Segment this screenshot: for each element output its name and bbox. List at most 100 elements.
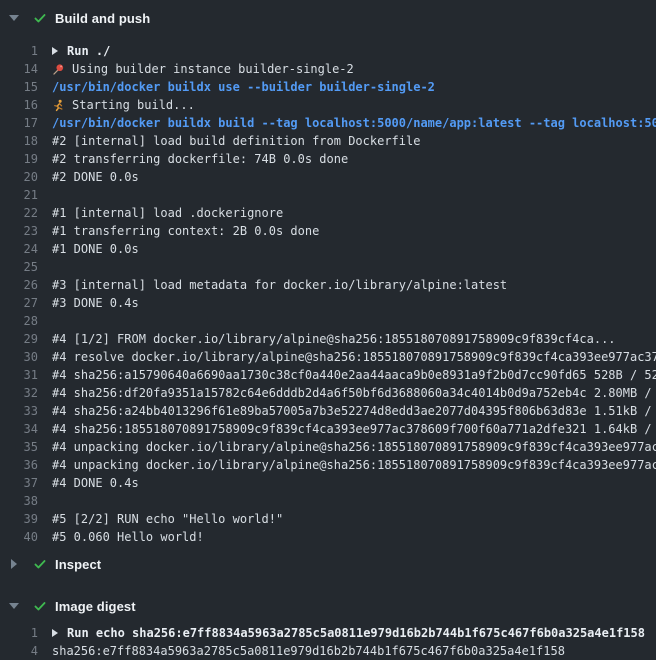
run-toggle-arrow-icon[interactable] bbox=[52, 629, 58, 637]
check-icon bbox=[33, 11, 47, 25]
section-header-build-and-push[interactable]: Build and push bbox=[0, 6, 656, 30]
log-message-text: Using builder instance builder-single-2 bbox=[72, 60, 354, 78]
log-line: 4sha256:e7ff8834a5963a2785c5a0811e979d16… bbox=[0, 642, 656, 660]
log-line: 25 bbox=[0, 258, 656, 276]
log-text: #2 transferring dockerfile: 74B 0.0s don… bbox=[38, 150, 656, 168]
line-number[interactable]: 14 bbox=[0, 60, 38, 78]
log-text: Run ./ bbox=[38, 42, 656, 60]
log-text bbox=[38, 492, 656, 510]
section-lines: 1 Run ./ 14 Using builder instance builder-… bbox=[0, 42, 656, 546]
log-text: #5 0.060 Hello world! bbox=[38, 528, 656, 546]
log-line: 40#5 0.060 Hello world! bbox=[0, 528, 656, 546]
line-number[interactable]: 15 bbox=[0, 78, 38, 96]
log-line: 24#1 DONE 0.0s bbox=[0, 240, 656, 258]
runner-icon bbox=[52, 99, 65, 112]
line-number[interactable]: 29 bbox=[0, 330, 38, 348]
log-line: 35#4 unpacking docker.io/library/alpine@… bbox=[0, 438, 656, 456]
log-text: Starting build... bbox=[38, 96, 656, 114]
line-number[interactable]: 39 bbox=[0, 510, 38, 528]
log-line: 22#1 [internal] load .dockerignore bbox=[0, 204, 656, 222]
line-number[interactable]: 34 bbox=[0, 420, 38, 438]
line-number[interactable]: 19 bbox=[0, 150, 38, 168]
log-text: /usr/bin/docker buildx build --tag local… bbox=[38, 114, 656, 132]
line-number[interactable]: 24 bbox=[0, 240, 38, 258]
log-line: 39#5 [2/2] RUN echo "Hello world!" bbox=[0, 510, 656, 528]
log-line: 36#4 unpacking docker.io/library/alpine@… bbox=[0, 456, 656, 474]
log-line: 28 bbox=[0, 312, 656, 330]
line-number[interactable]: 30 bbox=[0, 348, 38, 366]
line-number[interactable]: 18 bbox=[0, 132, 38, 150]
check-icon bbox=[33, 557, 47, 571]
log-text: #4 [1/2] FROM docker.io/library/alpine@s… bbox=[38, 330, 656, 348]
line-number[interactable]: 31 bbox=[0, 366, 38, 384]
log-text: #4 sha256:185518070891758909c9f839cf4ca3… bbox=[38, 420, 656, 438]
line-number[interactable]: 27 bbox=[0, 294, 38, 312]
line-number[interactable]: 40 bbox=[0, 528, 38, 546]
line-number[interactable]: 25 bbox=[0, 258, 38, 276]
log-line: 26#3 [internal] load metadata for docker… bbox=[0, 276, 656, 294]
log-line: 19#2 transferring dockerfile: 74B 0.0s d… bbox=[0, 150, 656, 168]
log-text bbox=[38, 186, 656, 204]
line-number[interactable]: 1 bbox=[0, 624, 38, 642]
line-number[interactable]: 1 bbox=[0, 42, 38, 60]
section-inspect: Inspect bbox=[0, 552, 656, 576]
log-line: 34#4 sha256:185518070891758909c9f839cf4c… bbox=[0, 420, 656, 438]
log-line: 37#4 DONE 0.4s bbox=[0, 474, 656, 492]
run-command-text: Run ./ bbox=[67, 42, 110, 60]
section-title: Image digest bbox=[55, 599, 136, 614]
line-number[interactable]: 32 bbox=[0, 384, 38, 402]
log-line: 14 Using builder instance builder-single-… bbox=[0, 60, 656, 78]
line-number[interactable]: 23 bbox=[0, 222, 38, 240]
log-line: 33#4 sha256:a24bb4013296f61e89ba57005a7b… bbox=[0, 402, 656, 420]
line-number[interactable]: 21 bbox=[0, 186, 38, 204]
log-text: #4 sha256:a15790640a6690aa1730c38cf0a440… bbox=[38, 366, 656, 384]
run-toggle-arrow-icon[interactable] bbox=[52, 47, 58, 55]
log-text bbox=[38, 258, 656, 276]
log-text: /usr/bin/docker buildx use --builder bui… bbox=[38, 78, 656, 96]
log-line: 29#4 [1/2] FROM docker.io/library/alpine… bbox=[0, 330, 656, 348]
line-number[interactable]: 37 bbox=[0, 474, 38, 492]
line-number[interactable]: 36 bbox=[0, 456, 38, 474]
log-line: 18#2 [internal] load build definition fr… bbox=[0, 132, 656, 150]
line-number[interactable]: 28 bbox=[0, 312, 38, 330]
section-build-and-push: Build and push 1 Run ./ 14 Using builder ins… bbox=[0, 6, 656, 546]
check-icon bbox=[33, 599, 47, 613]
line-number[interactable]: 17 bbox=[0, 114, 38, 132]
log-viewer: Build and push1Run ./14Using builder ins… bbox=[0, 0, 656, 660]
log-message-text: Starting build... bbox=[72, 96, 195, 114]
log-line: 38 bbox=[0, 492, 656, 510]
log-line: 30#4 resolve docker.io/library/alpine@sh… bbox=[0, 348, 656, 366]
line-number[interactable]: 20 bbox=[0, 168, 38, 186]
log-line: 16 Starting build... bbox=[0, 96, 656, 114]
log-text: #5 [2/2] RUN echo "Hello world!" bbox=[38, 510, 656, 528]
section-header-image-digest[interactable]: Image digest bbox=[0, 594, 656, 618]
section-image-digest: Image digest 1Run echo sha256:e7ff8834a59… bbox=[0, 594, 656, 660]
log-line: 20#2 DONE 0.0s bbox=[0, 168, 656, 186]
section-lines: 1Run echo sha256:e7ff8834a5963a2785c5a08… bbox=[0, 624, 656, 660]
log-line: 1Run echo sha256:e7ff8834a5963a2785c5a08… bbox=[0, 624, 656, 642]
line-number[interactable]: 33 bbox=[0, 402, 38, 420]
line-number[interactable]: 26 bbox=[0, 276, 38, 294]
log-text: sha256:e7ff8834a5963a2785c5a0811e979d16b… bbox=[38, 642, 656, 660]
log-text: #4 unpacking docker.io/library/alpine@sh… bbox=[38, 438, 656, 456]
log-text: #4 resolve docker.io/library/alpine@sha2… bbox=[38, 348, 656, 366]
chevron-right-icon[interactable] bbox=[11, 559, 17, 569]
chevron-down-icon[interactable] bbox=[9, 603, 19, 609]
line-number[interactable]: 35 bbox=[0, 438, 38, 456]
log-line: 1 Run ./ bbox=[0, 42, 656, 60]
line-number[interactable]: 4 bbox=[0, 642, 38, 660]
log-line: 23#1 transferring context: 2B 0.0s done bbox=[0, 222, 656, 240]
log-text: #4 sha256:df20fa9351a15782c64e6dddb2d4a6… bbox=[38, 384, 656, 402]
log-text: Using builder instance builder-single-2 bbox=[38, 60, 656, 78]
chevron-down-icon[interactable] bbox=[9, 15, 19, 21]
log-text: #4 sha256:a24bb4013296f61e89ba57005a7b3e… bbox=[38, 402, 656, 420]
section-title: Build and push bbox=[55, 11, 150, 26]
section-title: Inspect bbox=[55, 557, 101, 572]
line-number[interactable]: 22 bbox=[0, 204, 38, 222]
line-number[interactable]: 38 bbox=[0, 492, 38, 510]
line-number[interactable]: 16 bbox=[0, 96, 38, 114]
log-line: 31#4 sha256:a15790640a6690aa1730c38cf0a4… bbox=[0, 366, 656, 384]
pushpin-icon bbox=[52, 63, 65, 76]
section-header-inspect[interactable]: Inspect bbox=[0, 552, 656, 576]
log-text: #2 [internal] load build definition from… bbox=[38, 132, 656, 150]
